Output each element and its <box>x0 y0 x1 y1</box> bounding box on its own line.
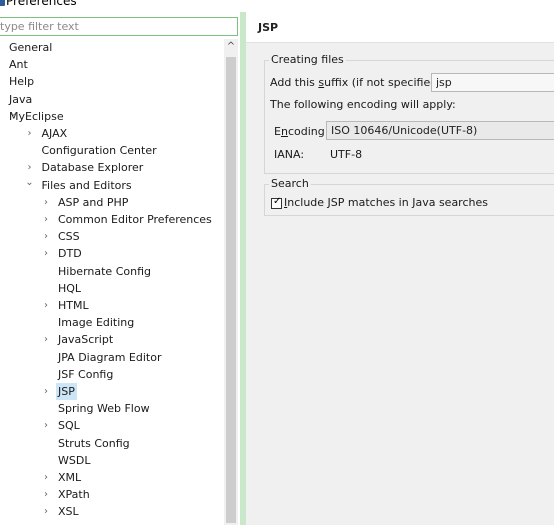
tree-item-label: Struts Config <box>58 436 130 450</box>
tree-item[interactable]: Spring Web Flow <box>0 400 224 417</box>
tree-item[interactable]: › DTD <box>0 245 224 262</box>
tree-item-label: WSDL <box>58 453 91 467</box>
tree-item-label: AJAX <box>41 127 68 140</box>
chevron-right-icon[interactable]: › <box>25 125 35 142</box>
chevron-right-icon[interactable]: › <box>41 194 51 211</box>
tree-item-label: CSS <box>58 230 80 244</box>
encoding-label: Encoding: <box>274 125 329 138</box>
chevron-right-icon[interactable]: › <box>41 331 51 348</box>
tree-item[interactable]: Hibernate Config <box>0 263 224 280</box>
checkmark-icon: ✓ <box>273 196 282 207</box>
tree-scrollbar[interactable]: ^ <box>224 39 238 525</box>
tree-item-label: ASP and PHP <box>58 195 129 209</box>
include-jsp-label[interactable]: Include JSP matches in Java searches <box>284 196 488 209</box>
arrow-up-icon[interactable]: ^ <box>224 39 238 55</box>
suffix-label: Add this suffix (if not specified): <box>270 76 446 89</box>
tree-item-label: Database Explorer <box>41 161 144 175</box>
preference-tree-panel: GeneralAntHelpJava⌄MyEclipse›AJAXConfigu… <box>0 12 240 525</box>
preference-tree: General Ant Help Java ⌄ MyEclipse › AJAX Configu… <box>0 39 224 525</box>
chevron-right-icon[interactable]: › <box>41 383 51 400</box>
tree-item[interactable]: General <box>0 39 224 56</box>
tree-item[interactable]: ⌄ Files and Editors <box>0 177 224 194</box>
tree-item-label: Configuration Center <box>41 144 157 158</box>
tree-item[interactable]: › XSL <box>0 503 224 520</box>
chevron-right-icon[interactable]: › <box>41 211 51 228</box>
tree-item-label: XSL <box>58 505 79 519</box>
tree-item-label: Spring Web Flow <box>58 402 150 416</box>
tree-item[interactable]: JSF Config <box>0 366 224 383</box>
tree-item[interactable]: JPA Diagram Editor <box>0 349 224 366</box>
tree-item-label: SQL <box>58 419 80 433</box>
tree-item-label: XML <box>58 471 82 484</box>
tree-item[interactable]: HQL <box>0 280 224 297</box>
suffix-field[interactable] <box>431 73 554 92</box>
search-legend: Search <box>269 177 311 190</box>
window-title-bar: Preferences <box>0 0 554 12</box>
include-jsp-checkbox[interactable]: ✓ <box>271 196 282 209</box>
preference-page: JSP Creating files Add this suffix (if n… <box>246 12 554 525</box>
chevron-right-icon[interactable]: › <box>41 503 51 520</box>
chevron-down-icon[interactable]: ⌄ <box>25 174 35 191</box>
tree-item-label: MyEclipse <box>9 109 64 123</box>
page-header: JSP <box>246 12 554 43</box>
tree-item-label: Hibernate Config <box>58 264 151 278</box>
tree-item[interactable]: ⌄ MyEclipse <box>0 108 224 125</box>
chevron-right-icon[interactable]: › <box>41 228 51 245</box>
page-title: JSP <box>258 21 279 34</box>
encoding-value: ISO 10646/Unicode(UTF-8) <box>331 124 478 137</box>
app-icon <box>0 0 5 6</box>
tree-item[interactable]: › XML <box>0 469 224 486</box>
tree-item-label: XPath <box>58 488 90 502</box>
creating-files-legend: Creating files <box>269 53 346 66</box>
tree-item[interactable]: Image Editing <box>0 314 224 331</box>
chevron-right-icon[interactable]: › <box>41 417 51 434</box>
filter-box[interactable] <box>0 17 238 36</box>
tree-item[interactable]: WSDL <box>0 452 224 469</box>
tree-item-label: JSF Config <box>58 367 114 381</box>
tree-item-label: HQL <box>58 281 82 295</box>
tree-item-label: DTD <box>58 247 82 261</box>
encoding-select[interactable]: ISO 10646/Unicode(UTF-8) <box>326 121 554 140</box>
tree-item-label: JPA Diagram Editor <box>58 350 162 364</box>
iana-label: IANA: <box>274 148 305 161</box>
chevron-right-icon[interactable]: › <box>41 469 51 486</box>
tree-item[interactable]: › AJAX <box>0 125 224 142</box>
iana-value: UTF-8 <box>330 148 363 161</box>
tree-item[interactable]: › JSP <box>0 383 224 400</box>
encoding-note: The following encoding will apply: <box>270 98 456 111</box>
tree-item-label: General <box>9 41 53 54</box>
tree-item[interactable]: › Common Editor Preferences <box>0 211 224 228</box>
window-title: Preferences <box>6 0 77 8</box>
tree-item-label: JSP <box>56 383 77 400</box>
tree-item[interactable]: › JavaScript <box>0 331 224 348</box>
chevron-right-icon[interactable]: › <box>41 486 51 503</box>
tree-item[interactable]: › CSS <box>0 228 224 245</box>
tree-item[interactable]: Help <box>0 73 224 90</box>
chevron-right-icon[interactable]: › <box>41 245 51 262</box>
tree-item[interactable]: › HTML <box>0 297 224 314</box>
tree-item-label: JavaScript <box>58 333 114 347</box>
tree-item[interactable]: Struts Config <box>0 435 224 452</box>
filter-input[interactable] <box>0 18 237 35</box>
tree-item[interactable]: › SQL <box>0 417 224 434</box>
tree-item[interactable]: Ant <box>0 56 224 73</box>
tree-item-label: Ant <box>9 58 28 72</box>
suffix-input[interactable] <box>432 74 554 91</box>
tree-item-label: HTML <box>58 299 89 312</box>
tree-item-label: Files and Editors <box>41 178 132 192</box>
tree-item-label: Image Editing <box>58 316 135 330</box>
tree-item-label: Common Editor Preferences <box>58 213 212 226</box>
tree-item-label: Help <box>9 75 35 89</box>
chevron-right-icon[interactable]: › <box>41 297 51 314</box>
scrollbar-thumb[interactable] <box>226 57 236 523</box>
tree-item[interactable]: Configuration Center <box>0 142 224 159</box>
tree-item[interactable]: › ASP and PHP <box>0 194 224 211</box>
tree-item[interactable]: › XPath <box>0 486 224 503</box>
tree-item[interactable]: Java <box>0 91 224 108</box>
